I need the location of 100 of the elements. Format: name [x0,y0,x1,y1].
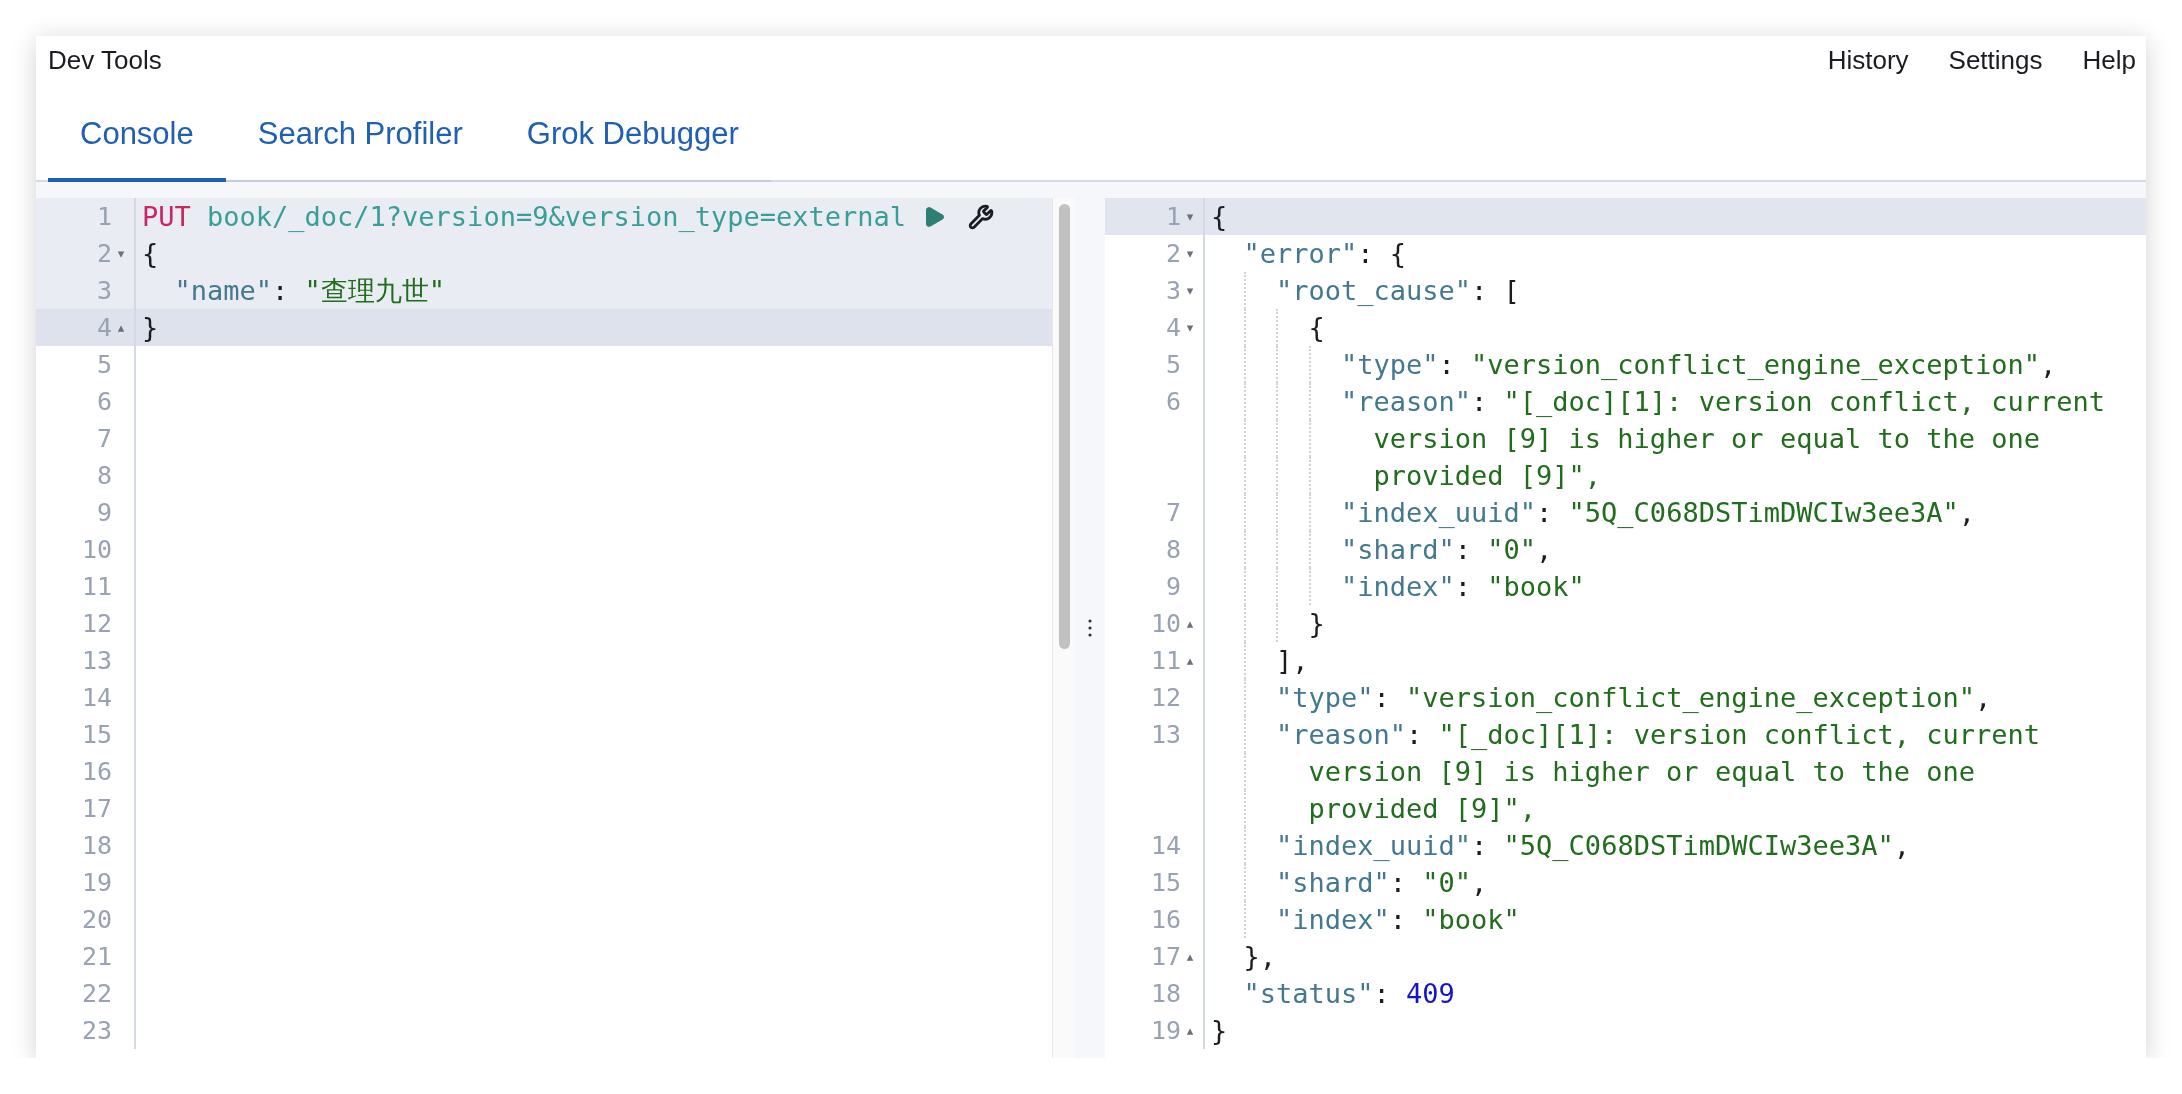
json-key: "index_uuid" [1276,830,1472,861]
line-number: 19 [1150,1016,1181,1045]
code-punctuation: : [1471,830,1489,861]
fold-toggle[interactable]: ▴ [1186,616,1194,631]
code-punctuation: : [ [1471,275,1520,306]
line-number: 6 [1165,387,1181,416]
line-number: 7 [96,424,112,453]
line-number: 3 [1165,276,1181,305]
json-string: "book" [1487,571,1585,602]
fold-toggle[interactable]: ▴ [117,320,125,335]
line-number: 12 [1150,683,1181,712]
line-number: 14 [81,683,112,712]
line-number: 19 [81,868,112,897]
json-key: "index" [1276,904,1390,935]
json-key: "type" [1341,349,1439,380]
fold-toggle[interactable]: ▾ [1186,246,1194,261]
code-punctuation: , [1536,534,1553,565]
code-punctuation: : [1389,867,1408,898]
json-string: "version_conflict_engine_exception" [1471,349,2040,380]
code-punctuation: : [1373,978,1391,1009]
code-punctuation: , [1975,682,1992,713]
line-number: 14 [1150,831,1181,860]
menu-link[interactable]: Settings [1948,44,2043,76]
code-punctuation: , [2040,349,2057,380]
json-number: 409 [1406,978,1455,1009]
json-key: "root_cause" [1276,275,1472,306]
fold-toggle[interactable]: ▾ [1186,209,1194,224]
line-number: 17 [1150,942,1181,971]
json-key: "reason" [1341,386,1472,417]
line-number: 18 [81,831,112,860]
line-number: 16 [1150,905,1181,934]
json-string: "5Q_C068DSTimDWCIw3ee3A" [1503,830,1894,861]
line-number: 23 [81,1016,112,1045]
line-number: 1 [96,202,112,231]
request-editor[interactable]: 1 PUT book/_doc/1?version=9&version_type=external 2 ▾ { 3 "name": "查理九世" 4 ▴ } 5 6 7 8 9 10 11 12 13 14 15 16 17 18 19 20 21 22 23 [36,198,1075,1058]
http-method: PUT [142,201,191,232]
fold-toggle[interactable]: ▴ [1186,1023,1194,1038]
menu-link[interactable]: History [1827,44,1909,76]
line-number: 11 [81,572,112,601]
line-number: 2 [1165,239,1181,268]
json-key: "type" [1276,682,1374,713]
line-number: 12 [81,609,112,638]
json-string: "book" [1422,904,1520,935]
fold-toggle[interactable]: ▾ [117,246,125,261]
line-number: 5 [1165,350,1181,379]
json-key: "shard" [1276,867,1390,898]
code-punctuation: { [142,238,159,269]
json-string: "0" [1422,867,1472,898]
line-number: 11 [1150,646,1181,675]
code-punctuation: : { [1357,238,1407,269]
fold-toggle[interactable]: ▴ [1186,949,1194,964]
line-number: 22 [81,979,112,1008]
line-number: 9 [1165,572,1181,601]
json-string: provided [9]", [1308,793,1537,824]
code-punctuation: : [1373,682,1391,713]
line-number: 5 [96,350,112,379]
line-number: 13 [1150,720,1181,749]
tab[interactable]: Search Profiler [225,86,495,182]
fold-toggle[interactable]: ▴ [1186,653,1194,668]
json-key: "status" [1243,978,1374,1009]
line-number: 18 [1150,979,1181,1008]
code-punctuation: : [1454,571,1473,602]
line-number: 20 [81,905,112,934]
line-number: 4 [1165,313,1181,342]
line-number: 10 [1150,609,1181,638]
json-string: "[_doc][1]: version conflict, current [1503,386,2105,417]
code-punctuation: : [272,275,290,306]
code-punctuation: : [1438,349,1456,380]
line-number: 2 [96,239,112,268]
json-string: provided [9]", [1373,460,1602,491]
window-title: Dev Tools [48,44,162,76]
line-number: 8 [1165,535,1181,564]
tab[interactable]: Grok Debugger [494,86,771,182]
json-string: version [9] is higher or equal to the one [1308,756,1975,787]
code-punctuation: } [1308,608,1325,639]
line-number: 10 [81,535,112,564]
code-punctuation: , [1471,867,1488,898]
code-punctuation: : [1389,904,1408,935]
resize-handle-icon[interactable] [1088,619,1092,637]
code-punctuation: }, [1243,941,1276,972]
menu-link[interactable]: Help [2082,44,2136,76]
json-string: "version_conflict_engine_exception" [1406,682,1975,713]
line-number: 17 [81,794,112,823]
line-number: 8 [96,461,112,490]
scrollbar[interactable] [1052,198,1075,1058]
code-punctuation: , [1958,497,1975,528]
line-number: 15 [81,720,112,749]
json-key: "shard" [1341,534,1455,565]
line-number: 15 [1150,868,1181,897]
line-number: 4 [96,313,112,342]
json-key: "reason" [1276,719,1407,750]
json-string: version [9] is higher or equal to the one [1373,423,2040,454]
line-number: 9 [96,498,112,527]
json-key: "error" [1243,238,1358,269]
json-string: "查理九世" [304,273,446,308]
code-punctuation: : [1454,534,1473,565]
fold-toggle[interactable]: ▾ [1186,320,1194,335]
wrench-icon[interactable] [968,203,995,230]
fold-toggle[interactable]: ▾ [1186,283,1194,298]
code-punctuation: ], [1276,645,1309,676]
